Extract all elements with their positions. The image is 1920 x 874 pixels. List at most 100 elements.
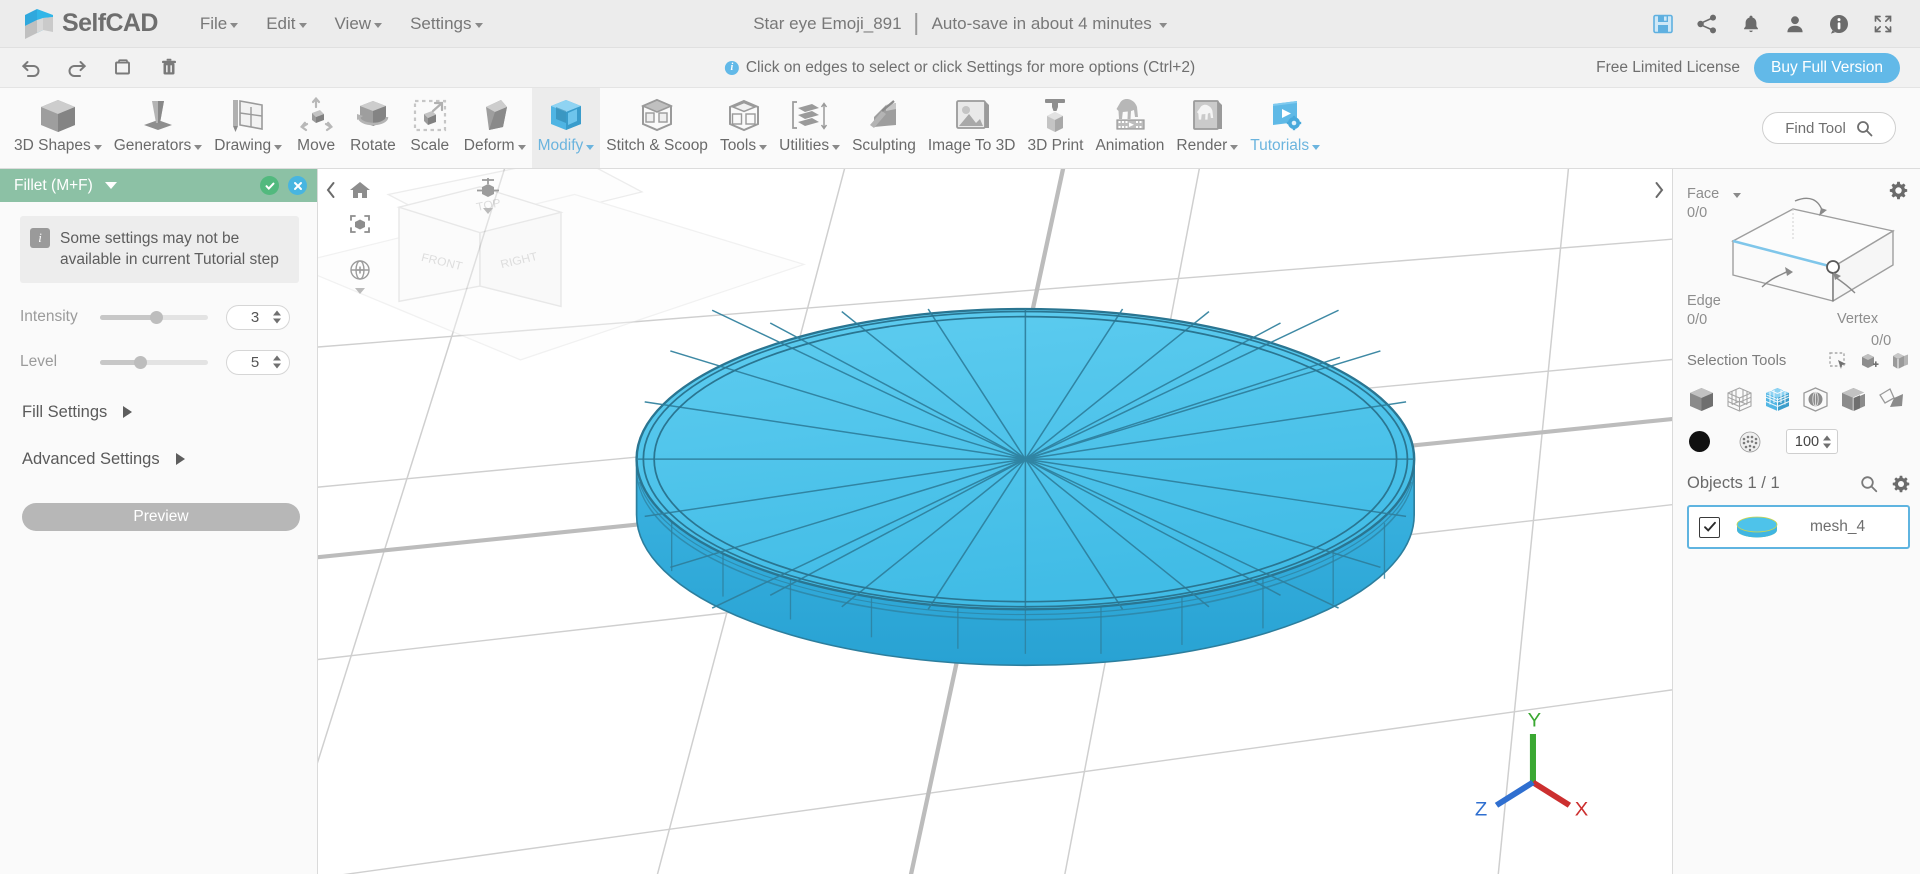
fill-settings-section[interactable]: Fill Settings xyxy=(22,403,299,422)
stepper-arrows[interactable] xyxy=(1823,435,1831,448)
ribbon-item-3d-shapes[interactable]: 3D Shapes xyxy=(8,88,108,168)
ribbon-item-scale[interactable]: Scale xyxy=(402,88,458,168)
ribbon-item-modify[interactable]: Modify xyxy=(531,88,601,168)
camera-icon[interactable] xyxy=(470,173,506,207)
ribbon-item-tools[interactable]: Tools xyxy=(714,88,773,168)
document-title[interactable]: Star eye Emoji_891 xyxy=(753,14,901,34)
orbit-tool-dropdown[interactable] xyxy=(342,253,378,294)
mesh-brush-icon[interactable] xyxy=(1738,430,1762,454)
chevron-down-icon[interactable] xyxy=(104,182,117,189)
half-select-mode[interactable] xyxy=(1839,385,1868,413)
chevron-down-icon[interactable] xyxy=(1823,443,1831,448)
ribbon-item-tutorials[interactable]: Tutorials xyxy=(1244,88,1326,168)
object-visibility-checkbox[interactable] xyxy=(1699,516,1720,538)
solid-brush-icon[interactable] xyxy=(1689,431,1710,452)
stepper-arrows[interactable] xyxy=(273,355,281,369)
slider-fill xyxy=(100,315,156,321)
brand-logo-area[interactable]: SelfCAD xyxy=(0,8,158,40)
search-icon[interactable] xyxy=(1860,475,1878,493)
polygon-select-mode[interactable] xyxy=(1877,385,1906,413)
ribbon-item-3d-print[interactable]: 3D Print xyxy=(1021,88,1089,168)
rectangle-select-icon[interactable] xyxy=(1828,351,1848,371)
fullscreen-icon[interactable] xyxy=(1872,13,1894,35)
object-select-mode[interactable] xyxy=(1687,385,1716,413)
collapse-right-panel-button[interactable] xyxy=(1648,177,1670,203)
ribbon-item-stitch-and-scoop[interactable]: Stitch & Scoop xyxy=(600,88,714,168)
menu-file[interactable]: File xyxy=(186,8,252,40)
copy-icon[interactable] xyxy=(106,53,140,83)
buy-full-version-button[interactable]: Buy Full Version xyxy=(1754,52,1900,83)
share-icon[interactable] xyxy=(1696,13,1718,35)
chevron-up-icon[interactable] xyxy=(1823,435,1831,440)
home-view-icon[interactable] xyxy=(342,173,378,207)
ribbon-item-generators[interactable]: Generators xyxy=(108,88,209,168)
brush-size-stepper[interactable]: 100 xyxy=(1786,429,1838,454)
user-account-icon[interactable] xyxy=(1784,13,1806,35)
through-selection-icon[interactable] xyxy=(1890,351,1910,371)
menu-settings[interactable]: Settings xyxy=(396,8,496,40)
find-tool-search[interactable]: Find Tool xyxy=(1762,112,1896,144)
save-icon[interactable] xyxy=(1652,13,1674,35)
redo-icon[interactable] xyxy=(60,53,94,83)
advanced-settings-section[interactable]: Advanced Settings xyxy=(22,450,299,469)
3d-viewport[interactable]: TOP FRONT RIGHT Y X Z xyxy=(318,169,1672,874)
chevron-down-icon xyxy=(374,22,383,28)
preview-button[interactable]: Preview xyxy=(22,502,300,531)
ribbon-label: 3D Shapes xyxy=(14,137,91,154)
ribbon-label: Image To 3D xyxy=(927,137,1016,154)
ribbon-item-move[interactable]: Move xyxy=(288,88,344,168)
menu-view[interactable]: View xyxy=(321,8,397,40)
level-stepper[interactable]: 5 xyxy=(226,349,290,375)
wireframe-select-mode[interactable] xyxy=(1725,385,1754,413)
face-select-mode[interactable] xyxy=(1763,385,1792,413)
selfcad-app: SelfCAD File Edit View Settings Star eye… xyxy=(0,0,1920,874)
intensity-slider[interactable] xyxy=(100,308,208,326)
intensity-stepper[interactable]: 3 xyxy=(226,304,290,330)
ribbon-label: Stitch & Scoop xyxy=(606,137,708,154)
apply-button[interactable] xyxy=(260,176,279,195)
add-selection-icon[interactable] xyxy=(1859,351,1879,371)
slider-knob[interactable] xyxy=(150,311,163,325)
chevron-down-icon[interactable] xyxy=(273,318,281,324)
ribbon-item-sculpting[interactable]: Sculpting xyxy=(846,88,922,168)
chevron-down-icon xyxy=(483,208,493,214)
ribbon-item-utilities[interactable]: Utilities xyxy=(773,88,846,168)
chevron-down-icon[interactable] xyxy=(273,363,281,369)
chevron-up-icon[interactable] xyxy=(273,310,281,316)
ribbon-label: Render xyxy=(1176,137,1228,154)
stitch-scoop-icon xyxy=(635,94,679,138)
delete-trash-icon[interactable] xyxy=(152,53,186,83)
chevron-down-icon xyxy=(93,144,102,150)
ribbon-item-rotate[interactable]: Rotate xyxy=(344,88,402,168)
status-hint-text: Click on edges to select or click Settin… xyxy=(745,58,1196,76)
chevron-up-icon[interactable] xyxy=(273,355,281,361)
sphere-select-mode[interactable] xyxy=(1801,385,1830,413)
camera-tool-dropdown[interactable] xyxy=(470,173,506,214)
cancel-button[interactable] xyxy=(288,176,307,195)
chevron-down-icon[interactable] xyxy=(1733,193,1742,199)
object-list-item[interactable]: mesh_4 xyxy=(1687,505,1910,549)
undo-icon[interactable] xyxy=(14,53,48,83)
orbit-icon[interactable] xyxy=(342,253,378,287)
autosave-dropdown[interactable]: Auto-save in about 4 minutes xyxy=(932,14,1167,34)
chevron-down-icon xyxy=(274,144,283,150)
level-slider[interactable] xyxy=(100,353,208,371)
ribbon-item-render[interactable]: Render xyxy=(1170,88,1244,168)
info-icon[interactable] xyxy=(1828,13,1850,35)
workspace: Fillet (M+F) i Some settings may not be … xyxy=(0,169,1920,874)
chevron-right-icon xyxy=(175,453,185,466)
fit-to-view-icon[interactable] xyxy=(342,207,378,241)
gear-icon[interactable] xyxy=(1892,475,1910,493)
ribbon-item-animation[interactable]: Animation xyxy=(1089,88,1170,168)
notifications-bell-icon[interactable] xyxy=(1740,13,1762,35)
collapse-left-panel-button[interactable] xyxy=(320,177,342,203)
slider-knob[interactable] xyxy=(134,356,147,370)
ribbon-item-drawing[interactable]: Drawing xyxy=(208,88,288,168)
stepper-arrows[interactable] xyxy=(273,310,281,324)
ribbon-item-deform[interactable]: Deform xyxy=(458,88,532,168)
ribbon-label: Move xyxy=(297,137,336,154)
selection-tools-icons xyxy=(1828,351,1910,371)
menu-edit[interactable]: Edit xyxy=(252,8,320,40)
main-menu: File Edit View Settings xyxy=(186,8,497,40)
ribbon-item-image-to-3d[interactable]: Image To 3D xyxy=(922,88,1022,168)
